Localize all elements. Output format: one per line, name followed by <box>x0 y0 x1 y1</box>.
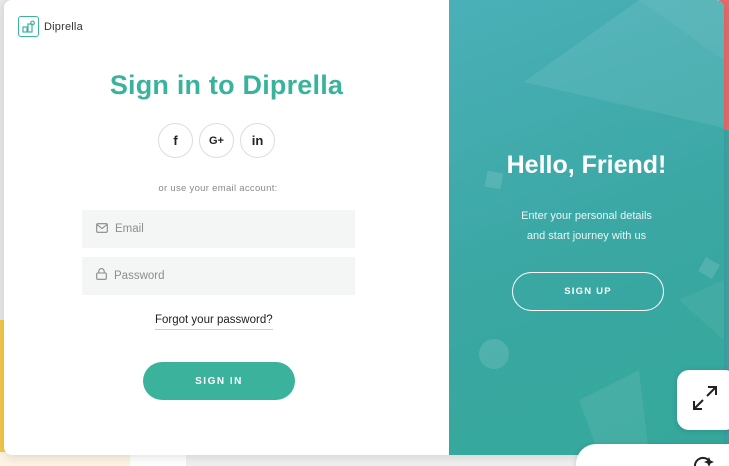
facebook-icon: f <box>173 133 178 148</box>
auth-card: Diprella Sign in to Diprella f G+ in or … <box>4 0 724 455</box>
sign-up-button[interactable]: SIGN UP <box>512 272 664 311</box>
linkedin-login-button[interactable]: in <box>240 123 275 158</box>
facebook-login-button[interactable]: f <box>158 123 193 158</box>
forgot-password-link[interactable]: Forgot your password? <box>155 314 273 330</box>
email-divider-text: or use your email account: <box>158 183 278 194</box>
expand-button[interactable] <box>677 370 729 430</box>
email-input[interactable] <box>115 223 335 235</box>
google-plus-icon: G+ <box>209 134 224 147</box>
envelope-icon <box>96 220 108 238</box>
linkedin-icon: in <box>251 133 264 148</box>
password-field[interactable] <box>82 257 355 295</box>
sparkle-icon <box>693 456 714 466</box>
expand-icon <box>690 383 720 418</box>
social-login-group: f G+ in <box>158 123 275 158</box>
signin-pane: Diprella Sign in to Diprella f G+ in or … <box>4 0 449 455</box>
logo-icon <box>18 16 39 37</box>
signin-title: Sign in to Diprella <box>109 70 344 100</box>
google-plus-login-button[interactable]: G+ <box>199 123 234 158</box>
sign-in-button[interactable]: SIGN IN <box>143 362 295 400</box>
brand-logo[interactable]: Diprella <box>18 16 83 37</box>
brand-name: Diprella <box>44 20 83 33</box>
lock-icon <box>96 267 107 285</box>
welcome-tagline: Enter your personal details and start jo… <box>449 206 724 246</box>
password-input[interactable] <box>114 270 334 282</box>
assistant-widget[interactable] <box>576 444 729 466</box>
welcome-heading: Hello, Friend! <box>506 151 667 179</box>
email-field[interactable] <box>82 210 355 248</box>
welcome-tagline-line1: Enter your personal details <box>521 210 652 222</box>
welcome-tagline-line2: and start journey with us <box>526 230 647 242</box>
